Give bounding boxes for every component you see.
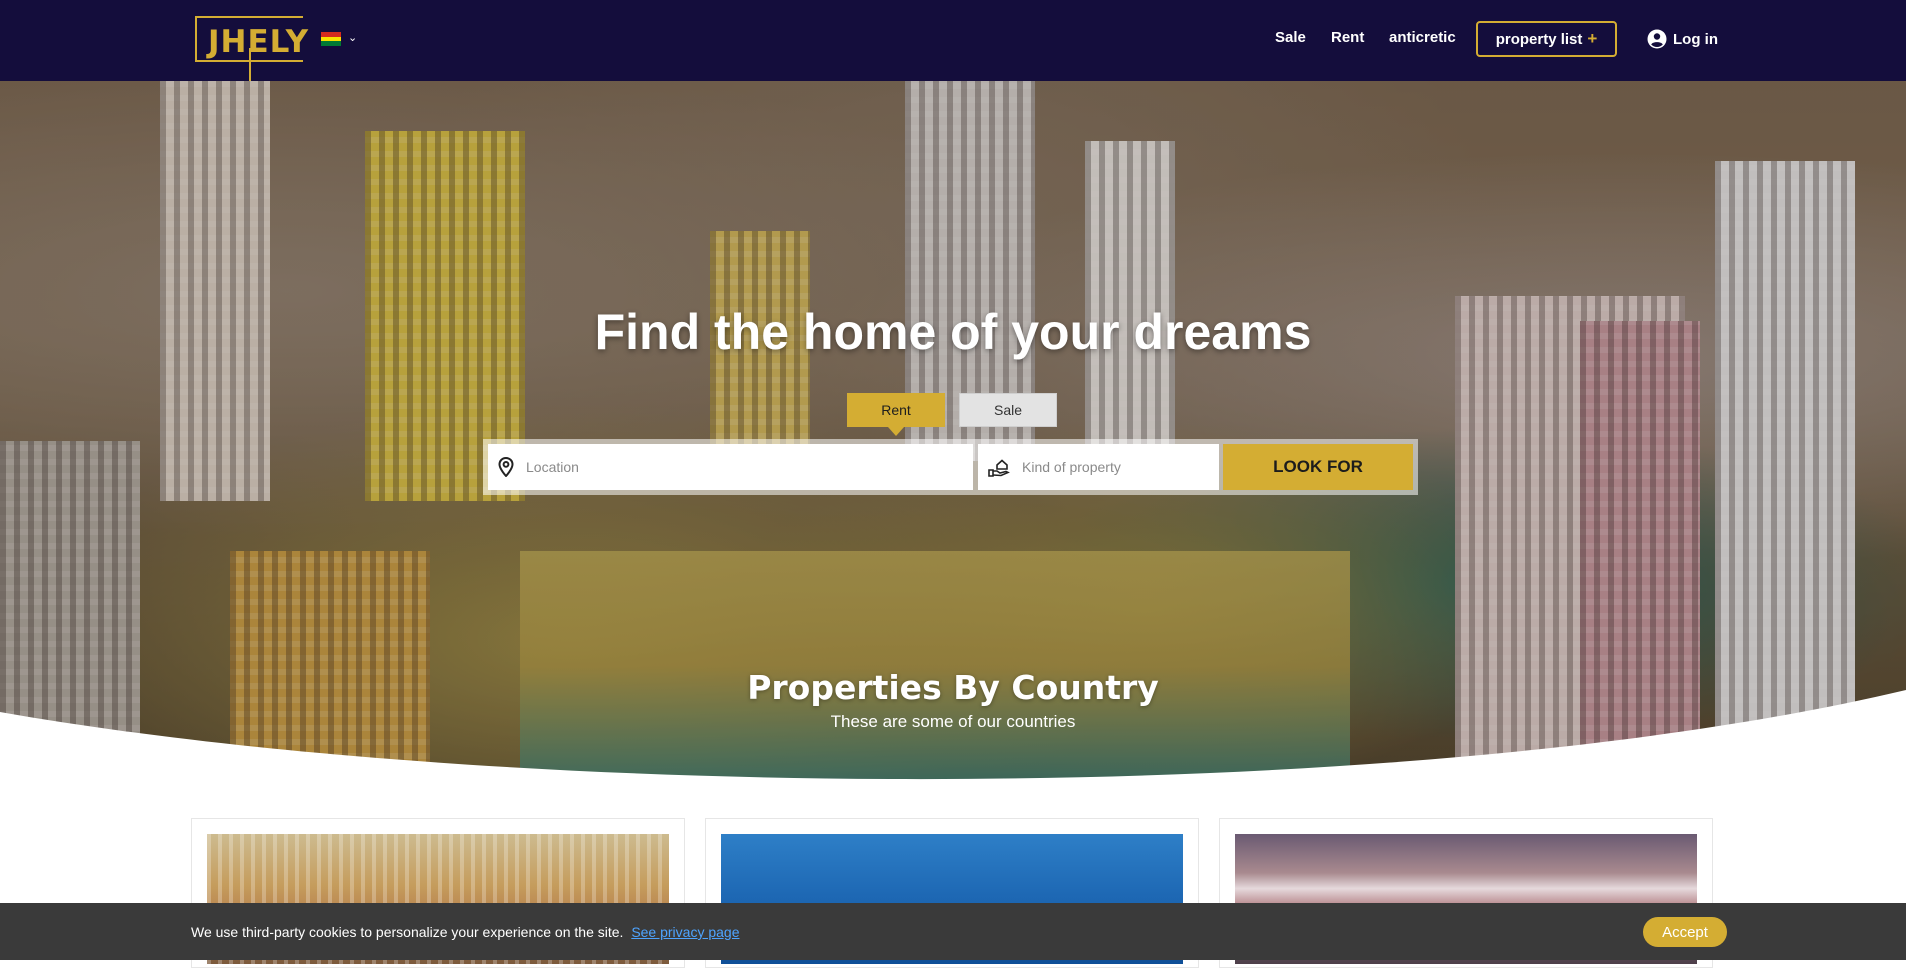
privacy-page-link[interactable]: See privacy page bbox=[631, 924, 739, 940]
property-list-button[interactable]: property list + bbox=[1476, 21, 1617, 57]
nav-anticretic-link[interactable]: anticretic bbox=[1389, 29, 1456, 46]
login-label: Log in bbox=[1673, 30, 1718, 48]
login-link[interactable]: Log in bbox=[1647, 29, 1718, 49]
accept-cookies-button[interactable]: Accept bbox=[1643, 917, 1727, 947]
brand-logo[interactable]: JHELY bbox=[195, 16, 308, 82]
top-navbar: JHELY ⌄ Sale Rent anticretic property li… bbox=[0, 0, 1906, 82]
cookie-banner: We use third-party cookies to personaliz… bbox=[0, 903, 1906, 960]
kind-of-property-field[interactable] bbox=[978, 444, 1219, 490]
kind-of-property-input[interactable] bbox=[1020, 458, 1219, 476]
hero-title: Find the home of your dreams bbox=[594, 304, 1312, 360]
section-subtitle: These are some of our countries bbox=[830, 712, 1076, 731]
logo-underline bbox=[249, 48, 251, 82]
location-field[interactable] bbox=[488, 444, 973, 490]
map-pin-icon bbox=[498, 457, 514, 477]
logo-text: JHELY bbox=[208, 24, 310, 60]
section-title: Properties By Country bbox=[747, 668, 1159, 707]
look-for-button[interactable]: LOOK FOR bbox=[1223, 444, 1413, 490]
plus-icon: + bbox=[1587, 29, 1598, 48]
location-input[interactable] bbox=[524, 458, 973, 476]
nav-sale-link[interactable]: Sale bbox=[1275, 29, 1306, 46]
bolivia-flag-icon[interactable] bbox=[321, 32, 341, 46]
tab-sale[interactable]: Sale bbox=[959, 393, 1057, 427]
tab-rent[interactable]: Rent bbox=[847, 393, 945, 436]
chevron-down-icon[interactable]: ⌄ bbox=[348, 31, 357, 44]
search-bar: LOOK FOR bbox=[483, 439, 1418, 495]
user-circle-icon bbox=[1647, 29, 1667, 49]
cookie-message: We use third-party cookies to personaliz… bbox=[191, 924, 624, 940]
property-list-label: property list bbox=[1495, 30, 1583, 48]
hand-house-icon bbox=[988, 459, 1010, 477]
cookie-text: We use third-party cookies to personaliz… bbox=[191, 924, 740, 940]
nav-rent-link[interactable]: Rent bbox=[1331, 29, 1364, 46]
